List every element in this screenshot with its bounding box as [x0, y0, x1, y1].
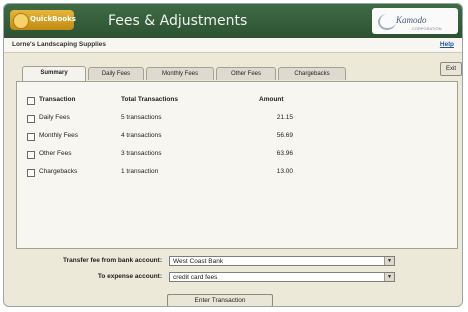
row-checkbox[interactable] — [27, 169, 35, 177]
expense-account-select[interactable]: credit card fees ▼ — [169, 272, 395, 282]
exit-button[interactable]: Exit — [440, 62, 462, 76]
fees-adjustments-window: QuickBooks Fees & Adjustments Kamodo COR… — [3, 3, 463, 307]
row-total: 1 transaction — [121, 168, 159, 175]
summary-panel: Transaction Total Transactions Amount Da… — [16, 81, 458, 249]
transfer-section: Transfer fee from bank account: West Coa… — [16, 250, 456, 306]
header-transaction: Transaction — [39, 96, 76, 103]
bank-account-value: West Coast Bank — [173, 258, 224, 265]
row-transaction: Other Fees — [39, 150, 72, 157]
header-amount: Amount — [259, 96, 284, 103]
row-checkbox[interactable] — [27, 151, 35, 159]
quickbooks-logo: QuickBooks — [10, 10, 76, 30]
window-title: Fees & Adjustments — [108, 13, 248, 29]
row-amount: 21.15 — [276, 114, 293, 121]
row-transaction: Monthly Fees — [39, 132, 79, 139]
tab-summary[interactable]: Summary — [22, 66, 86, 81]
quickbooks-logo-icon — [13, 13, 29, 29]
row-total: 4 transactions — [121, 132, 162, 139]
transfer-to-label: To expense account: — [97, 273, 162, 280]
brand-tagline: CORPORATION — [412, 26, 442, 31]
tab-other-fees[interactable]: Other Fees — [216, 67, 276, 80]
expense-account-value: credit card fees — [173, 274, 218, 281]
row-checkbox[interactable] — [27, 115, 35, 123]
chevron-down-icon[interactable]: ▼ — [384, 257, 394, 265]
header-total-transactions: Total Transactions — [121, 96, 178, 103]
row-transaction: Daily Fees — [39, 114, 70, 121]
row-total: 5 transactions — [121, 114, 162, 121]
quickbooks-logo-text: QuickBooks — [30, 15, 76, 23]
company-bar: Lorne's Landscaping Supplies Help — [4, 38, 462, 53]
transfer-from-label: Transfer fee from bank account: — [63, 257, 162, 264]
row-amount: 13.00 — [276, 168, 293, 175]
help-link[interactable]: Help — [440, 41, 454, 48]
company-name: Lorne's Landscaping Supplies — [12, 41, 107, 48]
enter-transaction-button[interactable]: Enter Transaction — [167, 294, 273, 306]
bank-account-select[interactable]: West Coast Bank ▼ — [169, 256, 395, 266]
title-bar: QuickBooks Fees & Adjustments Kamodo COR… — [4, 4, 462, 38]
row-transaction: Chargebacks — [39, 168, 78, 175]
tab-chargebacks[interactable]: Chargebacks — [278, 67, 346, 80]
row-checkbox[interactable] — [27, 133, 35, 141]
row-amount: 56.69 — [276, 132, 293, 139]
row-amount: 63.96 — [276, 150, 293, 157]
select-all-checkbox[interactable] — [27, 97, 35, 105]
brand-swoosh-icon — [378, 14, 396, 30]
brand-name: Kamodo — [396, 15, 427, 25]
tab-daily-fees[interactable]: Daily Fees — [88, 67, 144, 80]
row-total: 3 transactions — [121, 150, 162, 157]
tab-monthly-fees[interactable]: Monthly Fees — [146, 67, 214, 80]
brand-logo: Kamodo CORPORATION — [372, 8, 458, 34]
chevron-down-icon[interactable]: ▼ — [384, 273, 394, 281]
